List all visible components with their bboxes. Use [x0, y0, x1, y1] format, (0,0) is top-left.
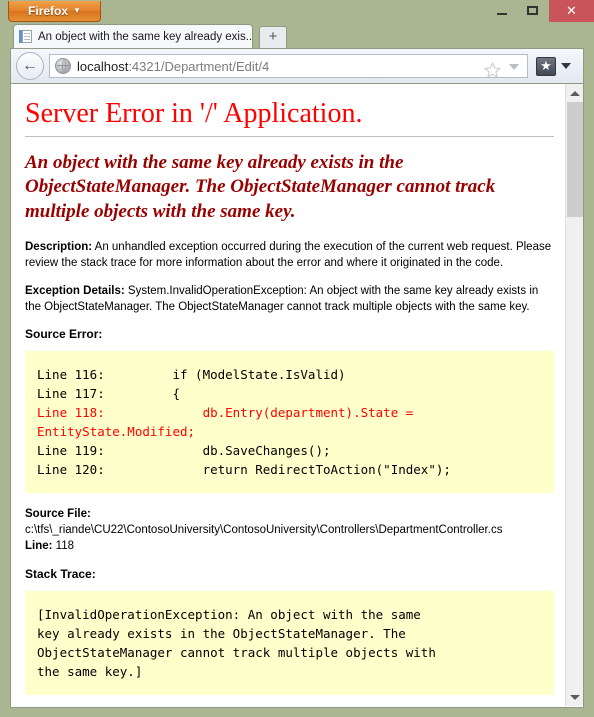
- scroll-down-button[interactable]: [566, 689, 583, 706]
- title-bar: Firefox ▼ ✕: [0, 0, 594, 22]
- minimize-button[interactable]: [489, 0, 515, 22]
- tab-active[interactable]: An object with the same key already exis…: [13, 24, 253, 48]
- navigation-toolbar: ← localhost:4321/Department/Edit/4 ★: [10, 48, 584, 84]
- tab-strip: An object with the same key already exis…: [0, 22, 594, 48]
- line-value: 118: [52, 540, 75, 553]
- star-icon[interactable]: [484, 62, 501, 79]
- tab-title: An object with the same key already exis…: [38, 30, 252, 43]
- page-title: Server Error in '/' Application.: [25, 98, 363, 129]
- chevron-down-icon: [561, 63, 571, 69]
- bookmarks-button[interactable]: ★: [534, 54, 579, 79]
- browser-window: Firefox ▼ ✕ An object with the same key a…: [0, 0, 594, 717]
- chevron-down-icon: [570, 695, 580, 700]
- source-error-code-block: Line 116: if (ModelState.IsValid) Line 1…: [25, 351, 554, 494]
- source-code-line: Line 117: {: [37, 386, 180, 402]
- maximize-button[interactable]: [519, 0, 545, 22]
- content-viewport: Server Error in '/' Application. An obje…: [10, 84, 584, 708]
- close-button[interactable]: ✕: [549, 0, 594, 22]
- error-message: An object with the same key already exis…: [25, 152, 496, 222]
- new-tab-button[interactable]: +: [259, 26, 287, 48]
- exception-details-label: Exception Details:: [25, 284, 125, 297]
- source-error-heading: Source Error:: [25, 327, 103, 342]
- document-icon: [19, 29, 33, 44]
- url-text: localhost:4321/Department/Edit/4: [77, 59, 269, 74]
- maximize-icon: [527, 6, 538, 15]
- firefox-menu-label: Firefox: [28, 4, 69, 18]
- vertical-scrollbar[interactable]: [565, 84, 583, 706]
- chevron-down-icon: ▼: [73, 6, 81, 15]
- source-code-line: Line 120: return RedirectToAction("Index…: [37, 462, 451, 478]
- description-paragraph: Description: An unhandled exception occu…: [25, 240, 554, 272]
- close-icon: ✕: [566, 3, 577, 18]
- source-file-label: Source File:: [25, 508, 91, 521]
- description-text: An unhandled exception occurred during t…: [25, 240, 552, 269]
- scroll-up-button[interactable]: [566, 84, 583, 101]
- title-divider: [25, 136, 554, 137]
- source-code-line: Line 116: if (ModelState.IsValid): [37, 367, 346, 383]
- stack-trace-heading: Stack Trace:: [25, 566, 96, 581]
- scroll-thumb[interactable]: [567, 102, 583, 217]
- bookmarks-star-icon: ★: [536, 57, 556, 76]
- chevron-down-icon[interactable]: [509, 64, 519, 70]
- description-label: Description:: [25, 240, 93, 253]
- stack-trace-code-block: [InvalidOperationException: An object wi…: [25, 590, 554, 695]
- url-bar[interactable]: localhost:4321/Department/Edit/4: [49, 54, 528, 78]
- firefox-menu-button[interactable]: Firefox ▼: [8, 1, 101, 22]
- chevron-up-icon: [570, 91, 580, 96]
- source-code-line: Line 119: db.SaveChanges();: [37, 443, 331, 459]
- line-label: Line:: [25, 540, 53, 553]
- url-host: localhost: [77, 58, 129, 74]
- error-page: Server Error in '/' Application. An obje…: [11, 84, 566, 706]
- exception-details-paragraph: Exception Details: System.InvalidOperati…: [25, 284, 554, 316]
- url-path: :4321/Department/Edit/4: [128, 58, 270, 74]
- source-file-info: Source File: c:\tfs\_riande\CU22\Contoso…: [25, 507, 554, 555]
- source-code-line: Line 118: db.Entry(department).State = E…: [37, 405, 421, 440]
- globe-icon: [55, 58, 71, 74]
- back-button[interactable]: ←: [16, 52, 44, 80]
- minimize-icon: [497, 13, 507, 15]
- source-file-value: c:\tfs\_riande\CU22\ContosoUniversity\Co…: [25, 524, 503, 537]
